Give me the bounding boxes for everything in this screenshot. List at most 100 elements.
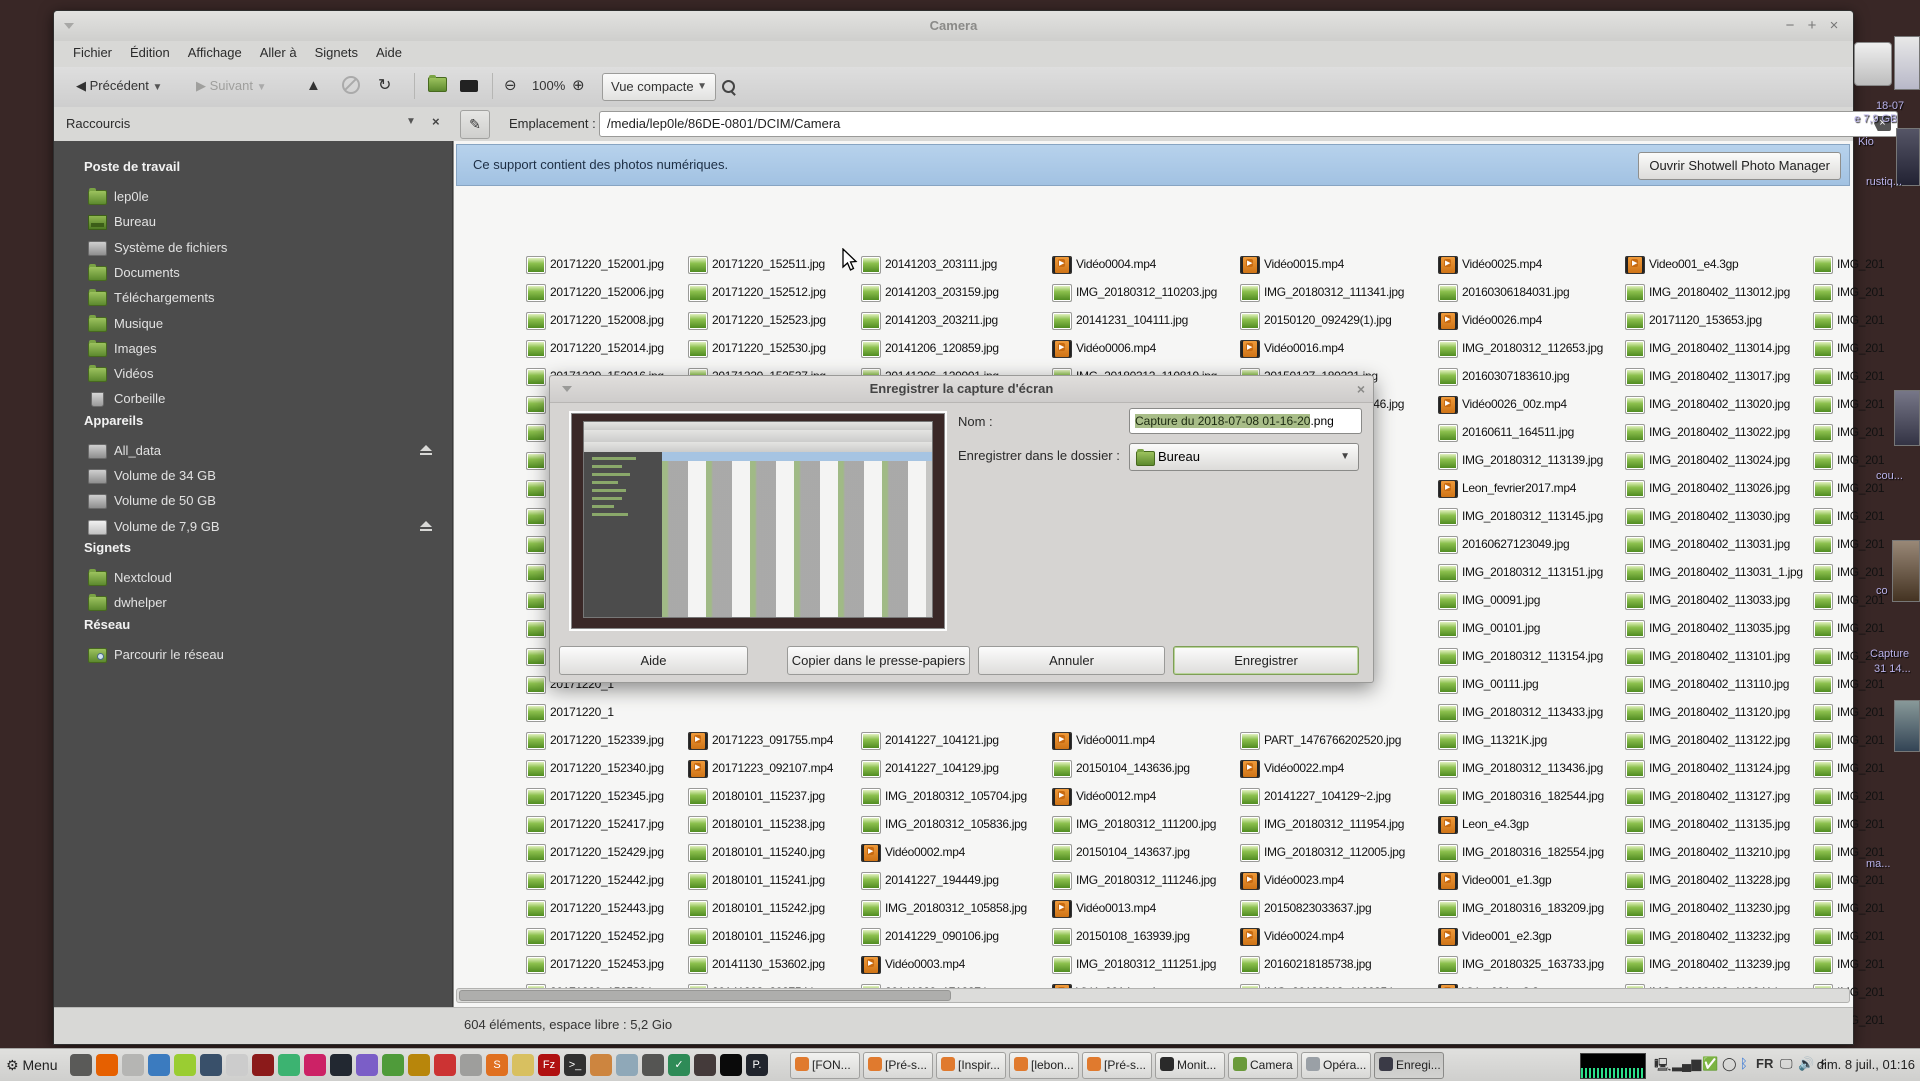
file-item[interactable]: 20160611_164511.jpg [1438, 422, 1615, 444]
task-button-enregi[interactable]: Enregi... [1374, 1052, 1444, 1079]
desktop-thumbnail[interactable] [1894, 700, 1920, 752]
file-item[interactable]: Video001_e1.3gp [1438, 870, 1615, 892]
file-item[interactable]: 20141206_120859.jpg [861, 338, 1042, 360]
task-button-lebon[interactable]: [lebon... [1009, 1052, 1079, 1079]
unity-icon[interactable] [330, 1054, 352, 1076]
eject-icon[interactable] [420, 521, 432, 527]
sidebar-item-all-data[interactable]: All_data [88, 439, 448, 463]
file-item[interactable]: IMG_20180312_110203.jpg [1052, 282, 1230, 304]
file-item[interactable]: Vidéo0011.mp4 [1052, 730, 1230, 752]
scrollbar-thumb[interactable] [459, 990, 951, 1001]
open-shotwell-button[interactable]: Ouvrir Shotwell Photo Manager [1638, 152, 1841, 180]
file-item[interactable]: IMG_20180316_183209.jpg [1438, 898, 1615, 920]
file-item[interactable]: Vidéo0004.mp4 [1052, 254, 1230, 276]
file-item[interactable]: IMG_20180402_113239.jpg [1625, 954, 1803, 976]
file-item[interactable]: IMG_201 [1813, 422, 1893, 444]
help-button[interactable]: Aide [559, 646, 748, 675]
sidebar-item-musique[interactable]: Musique [88, 312, 448, 336]
zoom-in-icon[interactable]: ⊕ [572, 73, 585, 99]
file-item[interactable]: Vidéo0026.mp4 [1438, 310, 1615, 332]
file-item[interactable]: 20141227_104129.jpg [861, 758, 1042, 780]
file-item[interactable]: 20171220_152008.jpg [526, 310, 678, 332]
desktop-thumbnail[interactable] [1894, 390, 1920, 446]
file-item[interactable]: IMG_00101.jpg [1438, 618, 1615, 640]
plant-icon[interactable] [382, 1054, 404, 1076]
file-item[interactable]: IMG_20180312_112005.jpg [1240, 842, 1428, 864]
desktop-icon-label[interactable]: Kio [1858, 136, 1874, 148]
package-icon[interactable] [590, 1054, 612, 1076]
file-item[interactable]: 20171220_152443.jpg [526, 898, 678, 920]
task-button-inspir[interactable]: [Inspir... [936, 1052, 1006, 1079]
back-button[interactable]: ◀ Précédent ▼ [76, 73, 162, 99]
sidebar-item-vid-os[interactable]: Vidéos [88, 362, 448, 386]
dark-app-icon[interactable] [694, 1054, 716, 1076]
desktop-icon-label[interactable]: e 7,9 GB [1854, 113, 1897, 125]
file-item[interactable]: 20180101_115238.jpg [688, 814, 851, 836]
file-item[interactable]: IMG_201 [1813, 506, 1893, 528]
file-item[interactable]: Vidéo0006.mp4 [1052, 338, 1230, 360]
file-item[interactable]: 20171220_152001.jpg [526, 254, 678, 276]
sublime-icon[interactable]: S [486, 1054, 508, 1076]
notes-icon[interactable] [512, 1054, 534, 1076]
file-item[interactable]: IMG_20180312_112653.jpg [1438, 338, 1615, 360]
file-item[interactable]: IMG_20180402_113035.jpg [1625, 618, 1803, 640]
sphere-icon[interactable] [642, 1054, 664, 1076]
file-item[interactable]: IMG_20180402_113101.jpg [1625, 646, 1803, 668]
task-button-opra[interactable]: Opéra... [1301, 1052, 1371, 1079]
pointer-icon[interactable] [720, 1054, 742, 1076]
music-icon[interactable] [278, 1054, 300, 1076]
file-item[interactable]: IMG_201 [1813, 870, 1893, 892]
file-item[interactable]: IMG_201 [1813, 394, 1893, 416]
sidebar-item-dwhelper[interactable]: dwhelper [88, 591, 448, 615]
sidebar-item-volume-de-7-9-gb[interactable]: Volume de 7,9 GB [88, 515, 448, 539]
task-button-monit[interactable]: Monit... [1155, 1052, 1225, 1079]
firefox-icon[interactable] [96, 1054, 118, 1076]
desktop-thumbnail[interactable] [1894, 36, 1920, 90]
file-item[interactable]: Vidéo0002.mp4 [861, 842, 1042, 864]
file-item[interactable]: IMG_20180402_113033.jpg [1625, 590, 1803, 612]
file-item[interactable]: 20180101_115237.jpg [688, 786, 851, 808]
file-item[interactable]: IMG_20180402_113230.jpg [1625, 898, 1803, 920]
file-item[interactable]: IMG_201 [1813, 758, 1893, 780]
filename-input[interactable]: Capture du 2018-07-08 01-16-20.png [1129, 408, 1362, 434]
file-item[interactable]: IMG_00111.jpg [1438, 674, 1615, 696]
location-input[interactable]: /media/lep0le/86DE-0801/DCIM/Camera × [599, 111, 1898, 137]
file-item[interactable]: Vidéo0024.mp4 [1240, 926, 1428, 948]
file-item[interactable]: 20171220_152340.jpg [526, 758, 678, 780]
sidebar-item-syst-me-de-fichiers[interactable]: Système de fichiers [88, 236, 448, 260]
file-item[interactable]: 20171120_153653.jpg [1625, 310, 1803, 332]
file-item[interactable]: IMG_201 [1813, 786, 1893, 808]
file-item[interactable]: IMG_20180402_113135.jpg [1625, 814, 1803, 836]
file-item[interactable]: IMG_20180312_113436.jpg [1438, 758, 1615, 780]
file-item[interactable]: IMG_20180325_163733.jpg [1438, 954, 1615, 976]
file-item[interactable]: 20171223_091755.mp4 [688, 730, 851, 752]
copy-clipboard-button[interactable]: Copier dans le presse-papiers [787, 646, 970, 675]
file-item[interactable]: IMG_20180316_182554.jpg [1438, 842, 1615, 864]
file-item[interactable]: 20141227_104121.jpg [861, 730, 1042, 752]
globe-icon[interactable] [200, 1054, 222, 1076]
filezilla-icon[interactable]: Fz [538, 1054, 560, 1076]
screwdriver-icon[interactable] [408, 1054, 430, 1076]
sidebar-item-images[interactable]: Images [88, 337, 448, 361]
file-item[interactable]: IMG_20180312_111954.jpg [1240, 814, 1428, 836]
file-item[interactable]: IMG_201 [1813, 814, 1893, 836]
file-item[interactable]: IMG_20180402_113124.jpg [1625, 758, 1803, 780]
file-item[interactable]: IMG_20180402_113017.jpg [1625, 366, 1803, 388]
desktop-drive-icon[interactable] [1854, 42, 1892, 86]
file-item[interactable]: IMG_11321K.jpg [1438, 730, 1615, 752]
file-item[interactable]: IMG_20180402_113122.jpg [1625, 730, 1803, 752]
file-item[interactable]: Vidéo0023.mp4 [1240, 870, 1428, 892]
file-item[interactable]: 20160306184031.jpg [1438, 282, 1615, 304]
file-item[interactable]: 20150104_143636.jpg [1052, 758, 1230, 780]
file-item[interactable]: 20171220_152511.jpg [688, 254, 851, 276]
search-icon[interactable] [722, 73, 735, 99]
file-item[interactable]: 20171220_152417.jpg [526, 814, 678, 836]
file-item[interactable]: IMG_20180402_113232.jpg [1625, 926, 1803, 948]
file-item[interactable]: 20141203_203159.jpg [861, 282, 1042, 304]
display-icon[interactable]: 🖵 [1780, 1056, 1793, 1072]
file-item[interactable]: IMG_201 [1813, 562, 1893, 584]
file-item[interactable]: 20141130_153602.jpg [688, 954, 851, 976]
file-item[interactable]: IMG_20180402_113020.jpg [1625, 394, 1803, 416]
sidebar-item-volume-de-34-gb[interactable]: Volume de 34 GB [88, 464, 448, 488]
menu-signets[interactable]: Signets [306, 41, 367, 64]
